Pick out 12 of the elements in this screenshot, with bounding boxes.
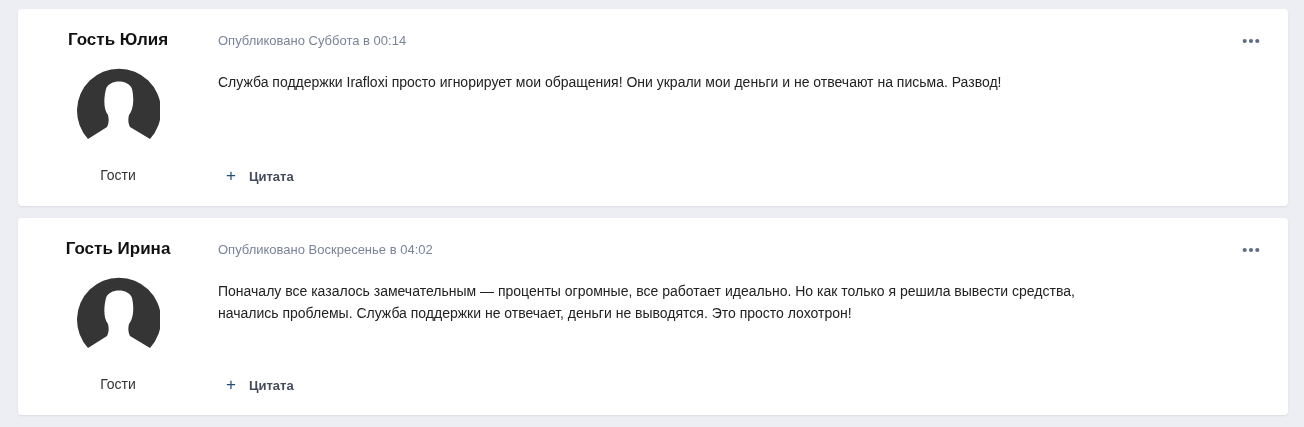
member-group: Гости (100, 376, 136, 392)
post-date: Опубликовано Воскресенье в 04:02 (218, 242, 433, 257)
more-icon[interactable] (1242, 38, 1260, 44)
author-name[interactable]: Гость Юлия (67, 30, 169, 50)
quote-button[interactable]: + Цитата (218, 166, 294, 186)
more-icon[interactable] (1242, 247, 1260, 253)
post-text: Служба поддержки Irafloxi просто игнорирует мои обращения! Они украли мои деньги и не отвечают на письма. Развод! (218, 73, 1003, 92)
post-text: Поначалу все казалось замечательным — проценты огромные, все работает идеально. Но как только я решила вывести средства, начались проблемы. Служба поддержки не отвечает, деньги не выводятся. Это просто лохотрон! (218, 282, 1076, 323)
post-date: Опубликовано Суббота в 00:14 (218, 33, 407, 48)
author-name[interactable]: Гость Ирина (65, 239, 171, 259)
member-group: Гости (100, 167, 136, 183)
quote-button[interactable]: + Цитата (218, 375, 294, 395)
